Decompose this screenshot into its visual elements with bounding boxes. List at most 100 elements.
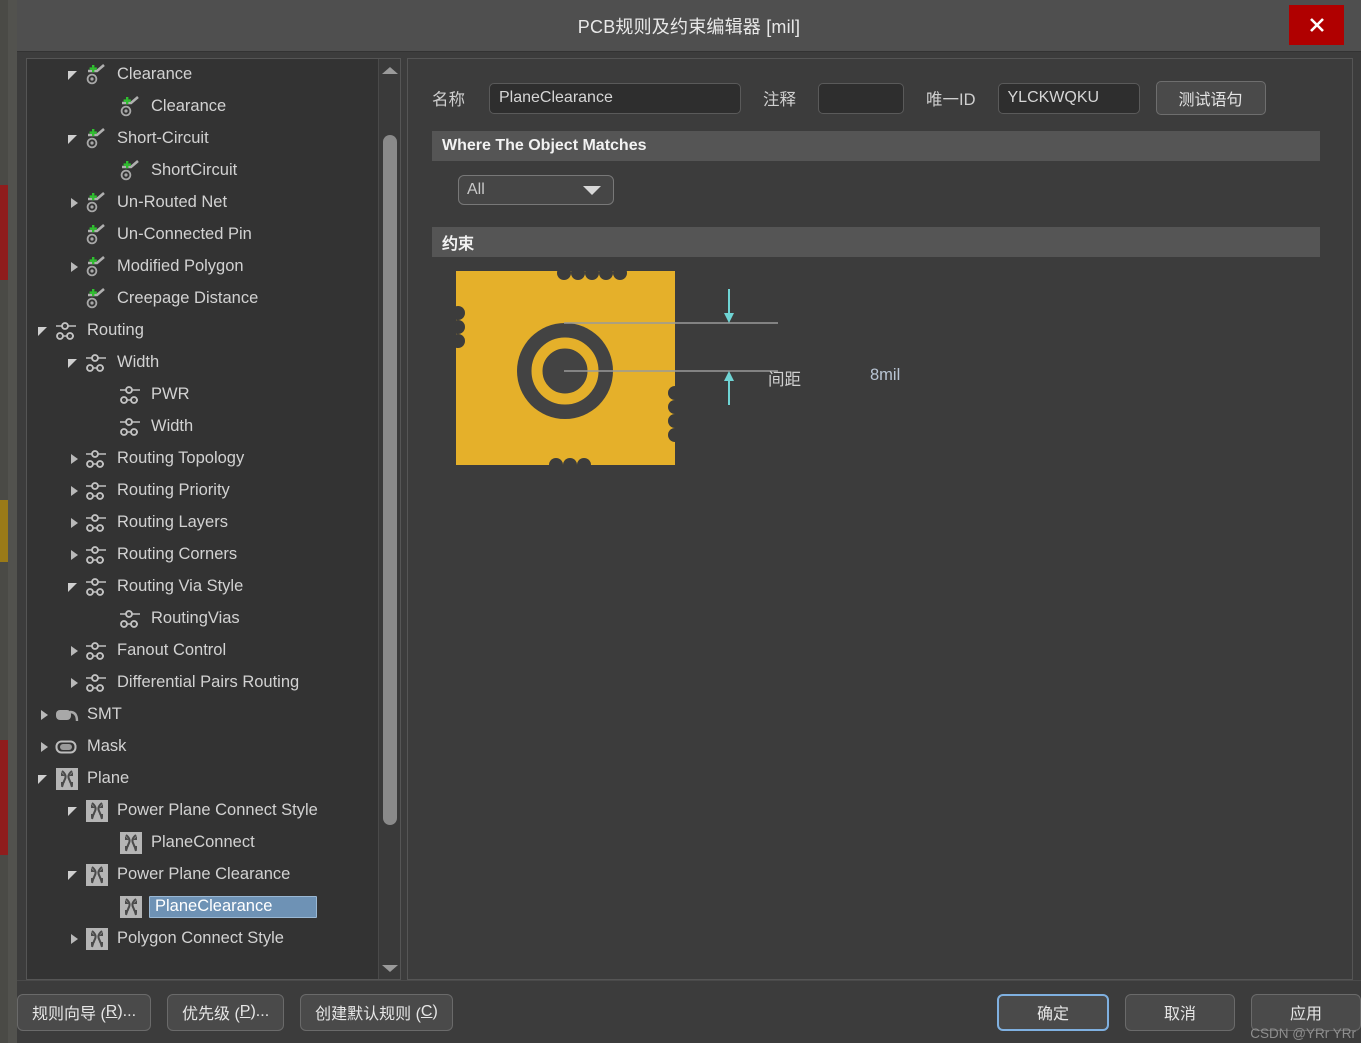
routing-rule-icon [86,514,106,532]
routing-rule-icon [86,578,106,596]
smt-rule-icon [56,710,79,722]
create-default-pre: 创建默认规则 ( [315,1006,421,1023]
collapse-arrow-icon[interactable] [67,132,81,146]
expand-arrow-icon[interactable] [67,516,81,530]
tree-item-clearance[interactable]: Clearance [27,59,378,91]
comment-input[interactable] [818,82,904,114]
tree-item-mask[interactable]: Mask [27,731,378,763]
collapse-arrow-icon[interactable] [37,324,51,338]
tree-item-label: Power Plane Clearance [117,865,291,883]
tree-item-creepage-distance[interactable]: Creepage Distance [27,283,378,315]
tree-item-short-circuit[interactable]: Short-Circuit [27,123,378,155]
tree-item-plane[interactable]: Plane [27,763,378,795]
expand-arrow-icon[interactable] [67,260,81,274]
dialog-footer: 规则向导 (R)... 优先级 (P)... 创建默认规则 (C) 确定 取消 … [17,980,1361,1043]
rule-wizard-post: )... [117,1003,137,1020]
tree-item-polygon-connect-style[interactable]: Polygon Connect Style [27,923,378,955]
tree-item-routing-layers[interactable]: Routing Layers [27,507,378,539]
tree-item-label: Short-Circuit [117,129,209,147]
tree-item-routing-priority[interactable]: Routing Priority [27,475,378,507]
rule-wizard-accel: R [105,1003,118,1020]
scope-select[interactable]: All [458,175,614,205]
tree-item-planeconnect[interactable]: PlaneConnect [27,827,378,859]
tree-item-un-routed-net[interactable]: Un-Routed Net [27,187,378,219]
tree-item-label: PlaneConnect [151,833,255,851]
expand-arrow-icon[interactable] [67,548,81,562]
tree-item-routing-topology[interactable]: Routing Topology [27,443,378,475]
close-button[interactable] [1289,5,1344,45]
test-query-button[interactable]: 测试语句 [1155,81,1266,115]
collapse-arrow-icon[interactable] [37,772,51,786]
unique-id-input[interactable]: YLCKWQKU [997,82,1140,114]
routing-rule-icon [86,354,106,372]
tree-item-label: PlaneClearance [149,896,318,918]
tree-item-pwr[interactable]: PWR [27,379,378,411]
tree-item-label: Routing Priority [117,481,230,499]
tree-item-label: Mask [87,737,127,755]
tree-item-label: PWR [151,385,190,403]
scrollbar-thumb[interactable] [383,135,397,825]
tree-item-un-connected-pin[interactable]: Un-Connected Pin [27,219,378,251]
collapse-arrow-icon[interactable] [67,868,81,882]
expand-arrow-icon[interactable] [37,740,51,754]
collapse-arrow-icon[interactable] [67,68,81,82]
tree-item-modified-polygon[interactable]: Modified Polygon [27,251,378,283]
tree-item-label: Routing [87,321,144,339]
collapse-arrow-icon[interactable] [67,580,81,594]
tree-item-routing-via-style[interactable]: Routing Via Style [27,571,378,603]
plane-clearance-diagram [456,271,778,465]
collapse-arrow-icon[interactable] [67,804,81,818]
ok-button[interactable]: 确定 [997,993,1109,1031]
scroll-up-arrow-icon[interactable] [379,59,400,81]
tree-item-routing-corners[interactable]: Routing Corners [27,539,378,571]
name-input[interactable]: PlaneClearance [489,82,741,114]
tree-item-width[interactable]: Width [27,411,378,443]
tree-item-label: Power Plane Connect Style [117,801,318,819]
clearance-rule-icon [86,288,105,309]
cancel-button[interactable]: 取消 [1125,993,1235,1031]
plane-rule-icon [56,768,78,790]
tree-item-width[interactable]: Width [27,347,378,379]
plane-rule-icon [120,832,142,854]
clearance-rule-icon [86,192,105,213]
tree-item-power-plane-clearance[interactable]: Power Plane Clearance [27,859,378,891]
priority-post: )... [250,1003,270,1020]
clearance-dimension-value[interactable]: 8mil [870,366,900,385]
expand-arrow-icon[interactable] [67,932,81,946]
routing-rule-icon [86,450,106,468]
create-default-rules-button[interactable]: 创建默认规则 (C) [300,993,453,1031]
tree-item-shortcircuit[interactable]: ShortCircuit [27,155,378,187]
tree-vertical-scrollbar[interactable] [378,59,400,979]
plane-rule-icon [86,928,108,950]
clearance-rule-icon [86,224,105,245]
tree-item-differential-pairs-routing[interactable]: Differential Pairs Routing [27,667,378,699]
priority-pre: 优先级 ( [182,1006,240,1023]
tree-item-smt[interactable]: SMT [27,699,378,731]
tree-item-routing[interactable]: Routing [27,315,378,347]
rule-wizard-button[interactable]: 规则向导 (R)... [17,993,152,1031]
scroll-down-arrow-icon[interactable] [379,957,400,979]
expand-arrow-icon[interactable] [67,644,81,658]
expand-arrow-icon[interactable] [67,452,81,466]
routing-rule-icon [86,674,106,692]
apply-button[interactable]: 应用 [1251,993,1361,1031]
tree-item-fanout-control[interactable]: Fanout Control [27,635,378,667]
rules-tree[interactable]: Clearance Clearance Short-Circuit ShortCirc… [27,59,378,979]
priority-button[interactable]: 优先级 (P)... [167,993,285,1031]
tree-item-power-plane-connect-style[interactable]: Power Plane Connect Style [27,795,378,827]
expand-arrow-icon[interactable] [67,676,81,690]
footer-left-buttons: 规则向导 (R)... 优先级 (P)... 创建默认规则 (C) [17,993,453,1031]
tree-item-label: Fanout Control [117,641,227,659]
expand-arrow-icon[interactable] [37,708,51,722]
tree-item-planeclearance[interactable]: PlaneClearance [27,891,378,923]
clearance-rule-icon [86,128,105,149]
tree-item-label: RoutingVias [151,609,240,627]
tree-item-label: Routing Layers [117,513,228,531]
expand-arrow-icon[interactable] [67,196,81,210]
tree-item-routingvias[interactable]: RoutingVias [27,603,378,635]
tree-item-clearance[interactable]: Clearance [27,91,378,123]
expand-arrow-icon[interactable] [67,484,81,498]
clearance-rule-icon [120,96,139,117]
collapse-arrow-icon[interactable] [67,356,81,370]
